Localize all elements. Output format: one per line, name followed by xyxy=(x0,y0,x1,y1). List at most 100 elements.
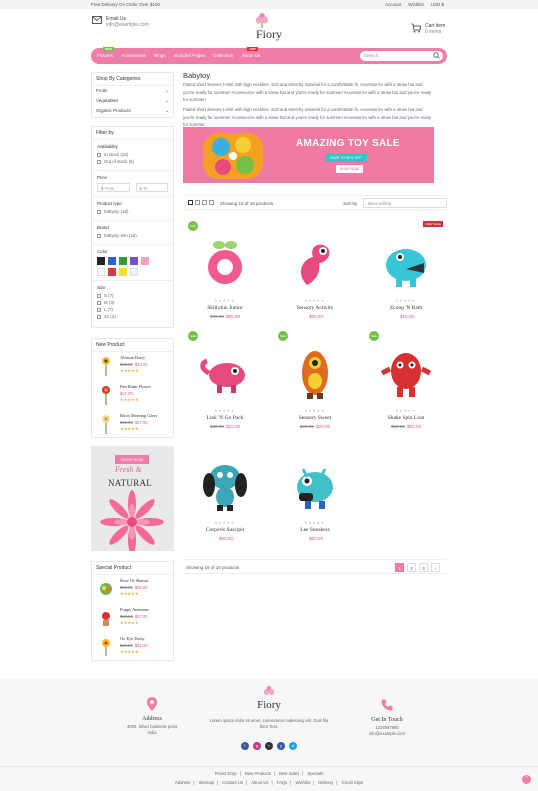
price-to-field[interactable]: $ To xyxy=(135,183,168,192)
color-swatch[interactable] xyxy=(130,257,138,265)
color-swatch[interactable] xyxy=(141,257,149,265)
availability-outstock[interactable]: Out of stock (5) xyxy=(97,159,168,164)
category-item[interactable]: Fruits ⌄ xyxy=(92,86,173,96)
sort-select[interactable]: Best selling xyxy=(363,198,447,208)
product-name[interactable]: Sensory Sweet xyxy=(276,415,354,421)
product-price: $70.00 $65.00 xyxy=(209,314,241,319)
nav-about[interactable]: HOT About Us xyxy=(241,47,260,58)
product-name[interactable]: Skillofun Junior xyxy=(186,305,264,311)
product-name[interactable]: Corporis Suscipit xyxy=(186,527,264,533)
footer-link[interactable]: Best Sales xyxy=(279,771,299,776)
nav-flowers[interactable]: NEW Flowers xyxy=(97,47,114,58)
product-card[interactable]: ★★★★★ Sensory Activity $50.00 xyxy=(276,221,354,326)
twitter-icon[interactable]: t xyxy=(265,742,273,750)
phone-icon xyxy=(381,699,393,711)
price-from-field[interactable]: $ From xyxy=(97,183,130,192)
footer-link[interactable]: Contact Us xyxy=(222,780,243,785)
site-logo[interactable]: Fiory xyxy=(250,10,290,44)
hero-title: AMAZING TOY SALE xyxy=(296,138,400,149)
footer-link[interactable]: Wishlist xyxy=(296,780,310,785)
list-item[interactable]: Bee Balm Flower $27.00 ★★★★★ xyxy=(92,381,173,410)
search-icon[interactable] xyxy=(433,52,440,59)
footer-link[interactable]: Sitemap xyxy=(199,780,214,785)
list-item[interactable]: Birch Morning Glory $30.00 $27.00 ★★★★★ xyxy=(92,410,173,439)
footer-link[interactable]: Prices Drop xyxy=(215,771,237,776)
list-item[interactable]: Poppy Anemone $60.00 $57.00 ★★★★★ xyxy=(92,604,173,633)
color-swatch[interactable] xyxy=(97,257,105,265)
product-card[interactable]: Sale ★★★★★ Shake Spin Lion $55.00 $50.00 xyxy=(367,331,445,436)
hero-banner[interactable]: AMAZING TOY SALE SAVE TO 50% OFF SHOP NO… xyxy=(183,127,434,183)
instagram-icon[interactable]: ig xyxy=(253,742,261,750)
color-swatch[interactable] xyxy=(108,257,116,265)
color-swatch[interactable] xyxy=(108,268,116,276)
account-link[interactable]: Account xyxy=(385,2,401,7)
product-card[interactable]: NEW SALE ★★★★★ Zcoop 'N Bath $15.00 xyxy=(367,221,445,326)
color-swatch[interactable] xyxy=(119,268,127,276)
product-card[interactable]: Sale ★★★★★ Skillofun Junior $70.00 $65.00 xyxy=(186,221,264,326)
product-thumb xyxy=(97,578,115,600)
list-item[interactable]: Rose Of Sharon $39.00 $35.00 ★★★★★ xyxy=(92,575,173,604)
grid-view-icon[interactable] xyxy=(188,200,193,205)
shop-now-button[interactable]: SHOP NOW xyxy=(115,455,150,464)
email-block[interactable]: Email Us info@example.com xyxy=(92,16,149,28)
product-name[interactable]: Shake Spin Lion xyxy=(367,415,445,421)
youtube-icon[interactable]: yt xyxy=(289,742,297,750)
product-card[interactable]: Sale ★★★★★ Link 'N Go Pack $30.00 $15.00 xyxy=(186,331,264,436)
product-card[interactable]: Sale ★★★★★ Sensory Sweet $39.00 $29.00 xyxy=(276,331,354,436)
size-option[interactable]: XL (2) xyxy=(97,314,168,319)
product-thumb xyxy=(97,384,115,406)
facebook-icon[interactable]: f xyxy=(241,742,249,750)
footer-link[interactable]: New Products xyxy=(245,771,271,776)
list-item[interactable]: Allrium Daisy $29.00 $24.00 ★★★★★ xyxy=(92,352,173,381)
collection-description: Faded short sleeves t-shirt with high ne… xyxy=(183,82,432,102)
color-swatch[interactable] xyxy=(97,268,105,276)
footer-link[interactable]: Address xyxy=(175,780,190,785)
list-view-icon[interactable] xyxy=(202,200,207,205)
product-card[interactable]: ★★★★★ Lee Sneakers $50.00 xyxy=(276,443,354,548)
color-swatch[interactable] xyxy=(119,257,127,265)
category-item[interactable]: Vegetables ⌄ xyxy=(92,96,173,106)
side-banner[interactable]: SHOP NOW Fresh & NATURAL xyxy=(91,446,174,551)
nav-collection[interactable]: Collection xyxy=(213,53,233,58)
product-name[interactable]: Link 'N Go Pack xyxy=(186,415,264,421)
product-price: $50.00 xyxy=(308,314,324,319)
page-1-button[interactable]: 1 xyxy=(395,563,404,572)
color-swatch[interactable] xyxy=(130,268,138,276)
category-item[interactable]: Organic Products ⌄ xyxy=(92,106,173,116)
back-to-top-button[interactable]: ⌃ xyxy=(522,775,531,784)
product-name[interactable]: Zcoop 'N Bath xyxy=(367,305,445,311)
product-name[interactable]: Sensory Activity xyxy=(276,305,354,311)
wishlist-link[interactable]: Wishlist xyxy=(408,2,424,7)
size-option[interactable]: L (7) xyxy=(97,307,168,312)
footer-link[interactable]: About Us xyxy=(251,780,268,785)
brand-option[interactable]: babytoy lem (18) xyxy=(97,233,168,238)
availability-instock[interactable]: In stock (18) xyxy=(97,152,168,157)
list-alt-view-icon[interactable] xyxy=(209,200,214,205)
sale-badge: Sale xyxy=(188,331,198,341)
footer-link[interactable]: FAQs xyxy=(277,780,287,785)
currency-select[interactable]: USD $ xyxy=(431,2,444,7)
pinterest-icon[interactable]: p xyxy=(277,742,285,750)
nav-accessories[interactable]: Accessories xyxy=(121,53,146,58)
social-links: f ig t p yt xyxy=(241,742,297,750)
footer-link[interactable]: Specials xyxy=(307,771,323,776)
search-input[interactable]: Search xyxy=(360,51,443,61)
footer-link[interactable]: Delivery xyxy=(318,780,333,785)
next-page-button[interactable]: › xyxy=(431,563,440,572)
page-3-button[interactable]: 3 xyxy=(419,563,428,572)
page-2-button[interactable]: 2 xyxy=(407,563,416,572)
type-option[interactable]: babytoy (18) xyxy=(97,209,168,214)
product-name[interactable]: Lee Sneakers xyxy=(276,527,354,533)
footer-link[interactable]: Credit Slips xyxy=(342,780,363,785)
pagination-bar: Showing 16 of 18 products 1 2 3 › xyxy=(183,559,447,574)
grid-3-view-icon[interactable] xyxy=(195,200,200,205)
nav-included-pages[interactable]: Included Pages xyxy=(174,53,206,58)
banner-script-text: Fresh & xyxy=(115,465,142,474)
nav-rings[interactable]: Rings xyxy=(154,53,166,58)
list-item[interactable]: Ox Eye Daisy $45.00 $42.00 ★★★★★ xyxy=(92,633,173,662)
cart-block[interactable]: Cart item 0 items xyxy=(411,23,445,35)
size-option[interactable]: S (7) xyxy=(97,293,168,298)
product-card[interactable]: ★★★★★ Corporis Suscipit $50.00 xyxy=(186,443,264,548)
hero-shop-button[interactable]: SHOP NOW xyxy=(336,165,363,173)
size-option[interactable]: M (3) xyxy=(97,300,168,305)
